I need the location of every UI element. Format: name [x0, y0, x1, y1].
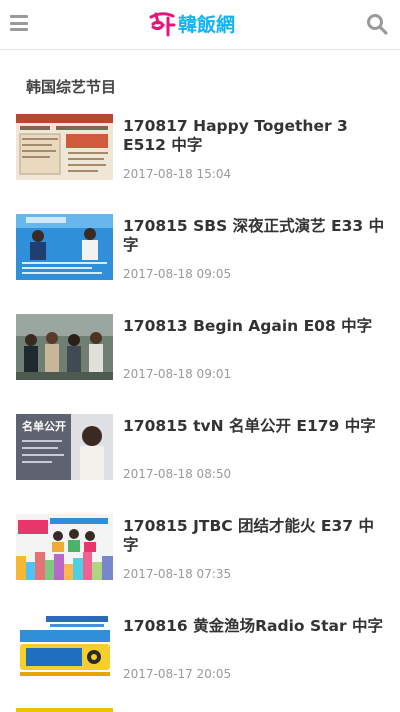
article-item[interactable]: 名单公开 170815 tvN 名单公开 E179 中字 2017-08-18 … [0, 400, 400, 490]
logo-mark-icon [149, 12, 176, 37]
article-title[interactable]: 170815 tvN 名单公开 E179 中字 [123, 417, 385, 436]
article-thumbnail[interactable] [16, 314, 113, 380]
article-item[interactable]: 170817 Happy Together 3 E512 中字 2017-08-… [0, 100, 400, 190]
article-item[interactable]: 170816 黄金渔场Radio Star 中字 2017-08-17 20:0… [0, 600, 400, 690]
article-time: 2017-08-18 08:50 [123, 467, 232, 481]
article-title[interactable]: 170815 SBS 深夜正式演艺 E33 中字 [123, 217, 385, 255]
article-time: 2017-08-18 09:01 [123, 367, 232, 381]
article-thumbnail[interactable] [16, 614, 113, 680]
article-title[interactable]: 170816 黄金渔场Radio Star 中字 [123, 617, 385, 636]
thumbnail-title-text: 名单公开 [22, 419, 66, 433]
article-time: 2017-08-18 15:04 [123, 167, 232, 181]
section-title: 韩国综艺节目 [26, 78, 117, 96]
article-thumbnail[interactable] [16, 514, 113, 580]
search-icon[interactable] [366, 13, 388, 35]
article-thumbnail[interactable]: 名单公开 [16, 414, 113, 480]
article-item[interactable]: 170815 JTBC 团结才能火 E37 中字 2017-08-18 07:3… [0, 500, 400, 590]
top-bar: 韓飯網 [0, 0, 400, 50]
article-time: 2017-08-17 20:05 [123, 667, 232, 681]
logo-text: 韓飯網 [178, 13, 236, 36]
article-title[interactable]: 170815 JTBC 团结才能火 E37 中字 [123, 517, 385, 555]
next-item-thumbnail-edge [16, 708, 113, 712]
article-time: 2017-08-18 09:05 [123, 267, 232, 281]
hamburger-menu-icon[interactable] [10, 15, 28, 33]
article-title[interactable]: 170817 Happy Together 3 E512 中字 [123, 117, 385, 155]
site-logo[interactable]: 韓飯網 [147, 8, 235, 38]
article-item[interactable]: 170813 Begin Again E08 中字 2017-08-18 09:… [0, 300, 400, 390]
article-title[interactable]: 170813 Begin Again E08 中字 [123, 317, 385, 336]
article-item[interactable]: 170815 SBS 深夜正式演艺 E33 中字 2017-08-18 09:0… [0, 200, 400, 290]
article-thumbnail[interactable] [16, 214, 113, 280]
article-thumbnail[interactable] [16, 114, 113, 180]
article-time: 2017-08-18 07:35 [123, 567, 232, 581]
